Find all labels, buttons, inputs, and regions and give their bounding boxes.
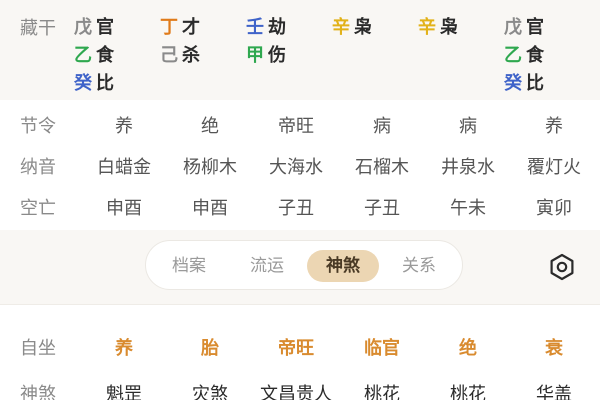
info-row: 纳音 白蜡金 杨柳木 大海水 石榴木 井泉水 覆灯火 [0,144,600,184]
row-value: 杨柳木 [183,157,237,178]
info-row: 空亡 申酉 申酉 子丑 子丑 午未 寅卯 [0,185,600,225]
heavenly-stem: 壬 [246,17,264,38]
row-value: 临官 [364,338,400,359]
info-row: 节令 养 绝 帝旺 病 病 养 [0,103,600,143]
canggan-item: 癸比 [494,68,554,96]
ten-god: 枭 [354,17,372,38]
ten-god: 食 [526,45,544,66]
row-value: 帝旺 [278,116,314,137]
canggan-item: 戊官 [494,12,554,40]
row-value: 寅卯 [536,198,572,219]
canggan-column: 辛枭 [322,12,382,40]
canggan-label: 藏干 [20,18,56,39]
canggan-item: 癸比 [64,68,124,96]
canggan-item: 丁才 [150,12,210,40]
row-value: 子丑 [278,198,314,219]
heavenly-stem: 己 [160,45,178,66]
row-value: 魁罡 [106,384,142,400]
canggan-item: 甲伤 [236,40,296,68]
row-value: 华盖 [536,384,572,400]
ten-god: 比 [526,73,544,94]
ten-god: 枭 [440,17,458,38]
ten-god: 官 [96,17,114,38]
shensha-row: 神煞 魁罡 灾煞 文昌贵人 桃花 桃花 华盖 [0,371,600,400]
canggan-item: 乙食 [64,40,124,68]
heavenly-stem: 丁 [160,17,178,38]
row-value: 大海水 [269,157,323,178]
row-value: 子丑 [364,198,400,219]
heavenly-stem: 乙 [504,45,522,66]
row-value: 胎 [201,338,219,359]
tab-relation[interactable]: 关系 [384,250,454,282]
row-label: 节令 [20,116,56,137]
ten-god: 伤 [268,45,286,66]
settings-hexagon-icon[interactable] [547,252,577,282]
row-value: 灾煞 [192,384,228,400]
shensha-row: 自坐 养 胎 帝旺 临官 绝 衰 [0,325,600,365]
heavenly-stem: 辛 [332,17,350,38]
row-value: 文昌贵人 [260,384,332,400]
row-value: 覆灯火 [527,157,581,178]
tab-shensha[interactable]: 神煞 [307,250,379,282]
shensha-rows: 自坐 养 胎 帝旺 临官 绝 衰神煞 魁罡 灾煞 文昌贵人 桃花 桃花 华盖 [0,305,600,400]
row-label: 神煞 [20,384,56,400]
row-value: 病 [373,116,391,137]
canggan-item: 辛枭 [322,12,382,40]
heavenly-stem: 戊 [504,17,522,38]
row-value: 桃花 [364,384,400,400]
row-label: 自坐 [20,338,56,359]
row-value: 养 [115,116,133,137]
tab-fortune[interactable]: 流运 [230,250,304,282]
row-value: 帝旺 [278,338,314,359]
heavenly-stem: 戊 [74,17,92,38]
row-value: 衰 [545,338,563,359]
ten-god: 官 [526,17,544,38]
canggan-column: 戊官乙食癸比 [494,12,554,96]
tab-archive[interactable]: 档案 [154,250,224,282]
row-value: 桃花 [450,384,486,400]
canggan-item: 乙食 [494,40,554,68]
row-value: 石榴木 [355,157,409,178]
ten-god: 杀 [182,45,200,66]
heavenly-stem: 癸 [74,73,92,94]
row-value: 申酉 [106,198,142,219]
row-label: 纳音 [20,157,56,178]
info-rows: 节令 养 绝 帝旺 病 病 养纳音 白蜡金 杨柳木 大海水 石榴木 井泉水 覆灯火空亡 申酉 申酉 子丑 子丑 午… [0,100,600,230]
ten-god: 食 [96,45,114,66]
canggan-item: 辛枭 [408,12,468,40]
canggan-column: 戊官乙食癸比 [64,12,124,96]
canggan-item: 己杀 [150,40,210,68]
tab-bar: 档案 流运 神煞 关系 [145,240,463,290]
row-value: 白蜡金 [97,157,151,178]
row-value: 养 [545,116,563,137]
row-value: 绝 [459,338,477,359]
row-label: 空亡 [20,198,56,219]
canggan-column: 辛枭 [408,12,468,40]
tab-bar-area: 档案 流运 神煞 关系 [0,230,600,305]
canggan-column: 丁才己杀 [150,12,210,68]
row-value: 养 [115,338,133,359]
canggan-section: 藏干 戊官乙食癸比丁才己杀壬劫甲伤辛枭辛枭戊官乙食癸比 [0,0,600,100]
heavenly-stem: 乙 [74,45,92,66]
heavenly-stem: 甲 [246,45,264,66]
ten-god: 才 [182,17,200,38]
row-value: 申酉 [192,198,228,219]
canggan-item: 壬劫 [236,12,296,40]
row-value: 午未 [450,198,486,219]
heavenly-stem: 辛 [418,17,436,38]
canggan-column: 壬劫甲伤 [236,12,296,68]
row-value: 井泉水 [441,157,495,178]
row-value: 绝 [201,116,219,137]
row-value: 病 [459,116,477,137]
heavenly-stem: 癸 [504,73,522,94]
ten-god: 劫 [268,17,286,38]
ten-god: 比 [96,73,114,94]
canggan-item: 戊官 [64,12,124,40]
